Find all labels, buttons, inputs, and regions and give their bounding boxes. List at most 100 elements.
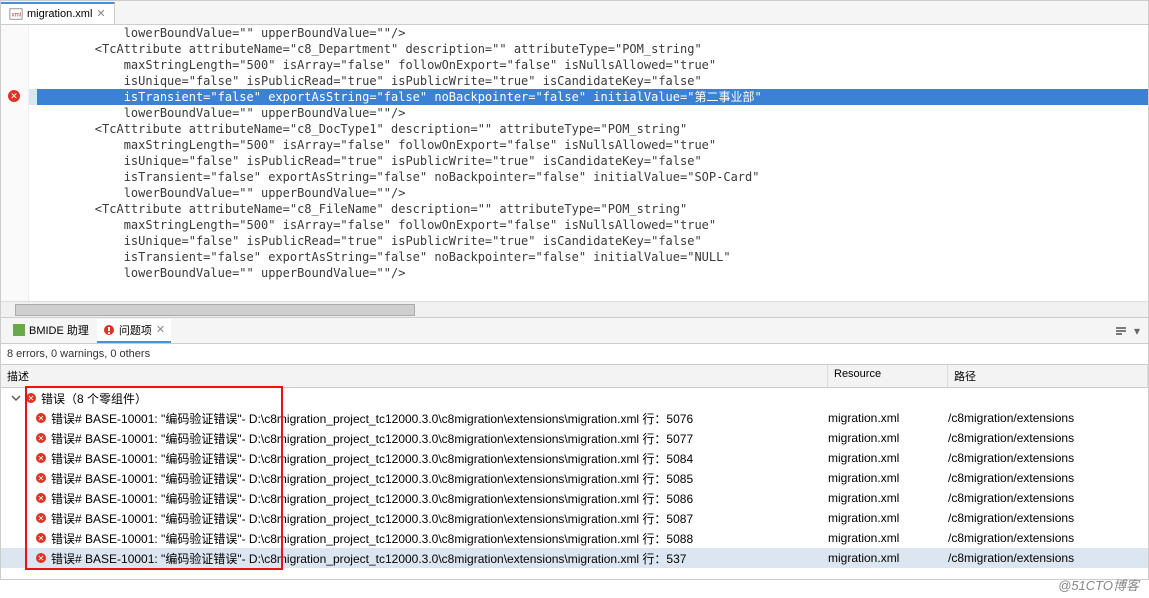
error-resource: migration.xml xyxy=(828,471,948,485)
svg-text:xml: xml xyxy=(12,11,22,18)
error-path: /c8migration/extensions xyxy=(948,511,1148,525)
error-resource: migration.xml xyxy=(828,551,948,565)
scrollbar-thumb[interactable] xyxy=(15,304,415,316)
view-menu-icon[interactable] xyxy=(1114,324,1128,338)
error-desc: 错误# BASE-10001: "编码验证错误"- D:\c8migration… xyxy=(51,490,693,507)
error-row[interactable]: ✕ 错误# BASE-10001: "编码验证错误"- D:\c8migratio… xyxy=(1,428,1148,448)
chevron-down-icon xyxy=(11,393,21,403)
error-path: /c8migration/extensions xyxy=(948,451,1148,465)
code-line[interactable]: lowerBoundValue="" upperBoundValue=""/> xyxy=(37,265,1148,281)
error-row[interactable]: ✕ 错误# BASE-10001: "编码验证错误"- D:\c8migratio… xyxy=(1,528,1148,548)
editor-pane: xml migration.xml ✕ ✕ lowerBoundValue=""… xyxy=(0,0,1149,318)
error-icon: ✕ xyxy=(35,532,47,544)
code-line[interactable]: lowerBoundValue="" upperBoundValue=""/> xyxy=(37,105,1148,121)
editor-gutter: ✕ xyxy=(1,25,29,301)
error-desc: 错误# BASE-10001: "编码验证错误"- D:\c8migration… xyxy=(51,430,693,447)
code-line[interactable]: isTransient="false" exportAsString="fals… xyxy=(37,89,1148,105)
view-menu-dropdown-icon[interactable]: ▾ xyxy=(1134,324,1140,338)
problems-tree[interactable]: ✕错误（8 个零组件）✕错误# BASE-10001: "编码验证错误"- D:… xyxy=(1,388,1148,568)
code-line[interactable]: lowerBoundValue="" upperBoundValue=""/> xyxy=(37,25,1148,41)
header-description[interactable]: 描述 xyxy=(1,365,828,387)
header-resource[interactable]: Resource xyxy=(828,365,948,387)
error-resource: migration.xml xyxy=(828,411,948,425)
error-resource: migration.xml xyxy=(828,491,948,505)
error-row[interactable]: ✕错误# BASE-10001: "编码验证错误"- D:\c8migratio… xyxy=(1,548,1148,568)
editor-tab-label: migration.xml xyxy=(27,8,92,20)
editor-tab-bar: xml migration.xml ✕ xyxy=(1,1,1148,25)
error-path: /c8migration/extensions xyxy=(948,491,1148,505)
error-path: /c8migration/extensions xyxy=(948,551,1148,565)
svg-text:✕: ✕ xyxy=(38,514,45,523)
close-tab-icon[interactable]: ✕ xyxy=(96,7,105,20)
problems-icon xyxy=(103,324,115,336)
error-resource: migration.xml xyxy=(828,531,948,545)
svg-text:✕: ✕ xyxy=(38,474,45,483)
svg-text:✕: ✕ xyxy=(10,91,18,101)
code-line[interactable]: <TcAttribute attributeName="c8_FileName"… xyxy=(37,201,1148,217)
error-icon: ✕ xyxy=(35,432,47,444)
problems-toolbar: ▾ xyxy=(1114,324,1148,338)
error-group-row[interactable]: ✕ 错误（8 个零组件） xyxy=(1,388,1148,408)
error-desc: 错误# BASE-10001: "编码验证错误"- D:\c8migration… xyxy=(51,410,693,427)
header-path[interactable]: 路径 xyxy=(948,365,1148,387)
error-path: /c8migration/extensions xyxy=(948,431,1148,445)
svg-text:✕: ✕ xyxy=(38,554,45,563)
error-path: /c8migration/extensions xyxy=(948,411,1148,425)
svg-text:✕: ✕ xyxy=(38,454,45,463)
tab-problems-label: 问题项 xyxy=(119,322,152,338)
error-resource: migration.xml xyxy=(828,451,948,465)
error-row[interactable]: ✕ 错误# BASE-10001: "编码验证错误"- D:\c8migratio… xyxy=(1,508,1148,528)
code-line[interactable]: isUnique="false" isPublicRead="true" isP… xyxy=(37,233,1148,249)
code-line[interactable]: maxStringLength="500" isArray="false" fo… xyxy=(37,57,1148,73)
svg-text:✕: ✕ xyxy=(28,394,35,403)
error-resource: migration.xml xyxy=(828,511,948,525)
problems-pane: BMIDE 助理 问题项 ✕ ▾ 8 errors, 0 warnings, 0… xyxy=(0,318,1149,580)
error-icon: ✕ xyxy=(35,472,47,484)
editor-tab-migration[interactable]: xml migration.xml ✕ xyxy=(1,2,115,24)
tab-bmide-assistant[interactable]: BMIDE 助理 xyxy=(7,319,95,343)
error-row[interactable]: ✕ 错误# BASE-10001: "编码验证错误"- D:\c8migratio… xyxy=(1,468,1148,488)
error-path: /c8migration/extensions xyxy=(948,531,1148,545)
code-line[interactable]: isTransient="false" exportAsString="fals… xyxy=(37,249,1148,265)
svg-text:✕: ✕ xyxy=(38,414,45,423)
code-line[interactable]: lowerBoundValue="" upperBoundValue=""/> xyxy=(37,185,1148,201)
code-line[interactable]: maxStringLength="500" isArray="false" fo… xyxy=(37,217,1148,233)
error-desc: 错误# BASE-10001: "编码验证错误"- D:\c8migration… xyxy=(51,530,693,547)
tab-problems[interactable]: 问题项 ✕ xyxy=(97,319,171,343)
watermark-text: @51CTO博客 xyxy=(1058,575,1139,594)
error-desc: 错误# BASE-10001: "编码验证错误"- D:\c8migration… xyxy=(51,470,693,487)
error-group-label: 错误（8 个零组件） xyxy=(41,390,147,407)
helper-icon xyxy=(13,324,25,336)
error-row[interactable]: ✕ 错误# BASE-10001: "编码验证错误"- D:\c8migratio… xyxy=(1,408,1148,428)
code-line[interactable]: isUnique="false" isPublicRead="true" isP… xyxy=(37,73,1148,89)
error-desc: 错误# BASE-10001: "编码验证错误"- D:\c8migration… xyxy=(51,450,693,467)
error-row[interactable]: ✕ 错误# BASE-10001: "编码验证错误"- D:\c8migratio… xyxy=(1,448,1148,468)
problems-count-label: 8 errors, 0 warnings, 0 others xyxy=(1,344,1148,364)
code-line[interactable]: <TcAttribute attributeName="c8_Departmen… xyxy=(37,41,1148,57)
svg-text:✕: ✕ xyxy=(38,534,45,543)
horizontal-scrollbar[interactable] xyxy=(1,301,1148,317)
code-line[interactable]: maxStringLength="500" isArray="false" fo… xyxy=(37,137,1148,153)
code-line[interactable]: <TcAttribute attributeName="c8_DocType1"… xyxy=(37,121,1148,137)
error-desc: 错误# BASE-10001: "编码验证错误"- D:\c8migration… xyxy=(51,510,693,527)
error-path: /c8migration/extensions xyxy=(948,471,1148,485)
code-line[interactable]: isUnique="false" isPublicRead="true" isP… xyxy=(37,153,1148,169)
error-icon: ✕ xyxy=(35,492,47,504)
svg-text:✕: ✕ xyxy=(38,434,45,443)
error-icon: ✕ xyxy=(35,412,47,424)
error-group-icon: ✕ xyxy=(25,392,37,404)
error-icon: ✕ xyxy=(35,452,47,464)
error-resource: migration.xml xyxy=(828,431,948,445)
error-marker-icon[interactable]: ✕ xyxy=(7,89,21,103)
error-icon: ✕ xyxy=(35,512,47,524)
error-row[interactable]: ✕ 错误# BASE-10001: "编码验证错误"- D:\c8migratio… xyxy=(1,488,1148,508)
close-problems-icon[interactable]: ✕ xyxy=(156,323,165,336)
tab-bmide-label: BMIDE 助理 xyxy=(29,322,89,338)
error-icon: ✕ xyxy=(35,552,47,564)
svg-text:✕: ✕ xyxy=(38,494,45,503)
code-line[interactable]: isTransient="false" exportAsString="fals… xyxy=(37,169,1148,185)
code-area[interactable]: lowerBoundValue="" upperBoundValue=""/> … xyxy=(29,25,1148,301)
problems-table: 描述 Resource 路径 ✕错误（8 个零组件）✕错误# BASE-1000… xyxy=(1,364,1148,579)
table-headers: 描述 Resource 路径 xyxy=(1,364,1148,388)
editor-body: ✕ lowerBoundValue="" upperBoundValue=""/… xyxy=(1,25,1148,301)
